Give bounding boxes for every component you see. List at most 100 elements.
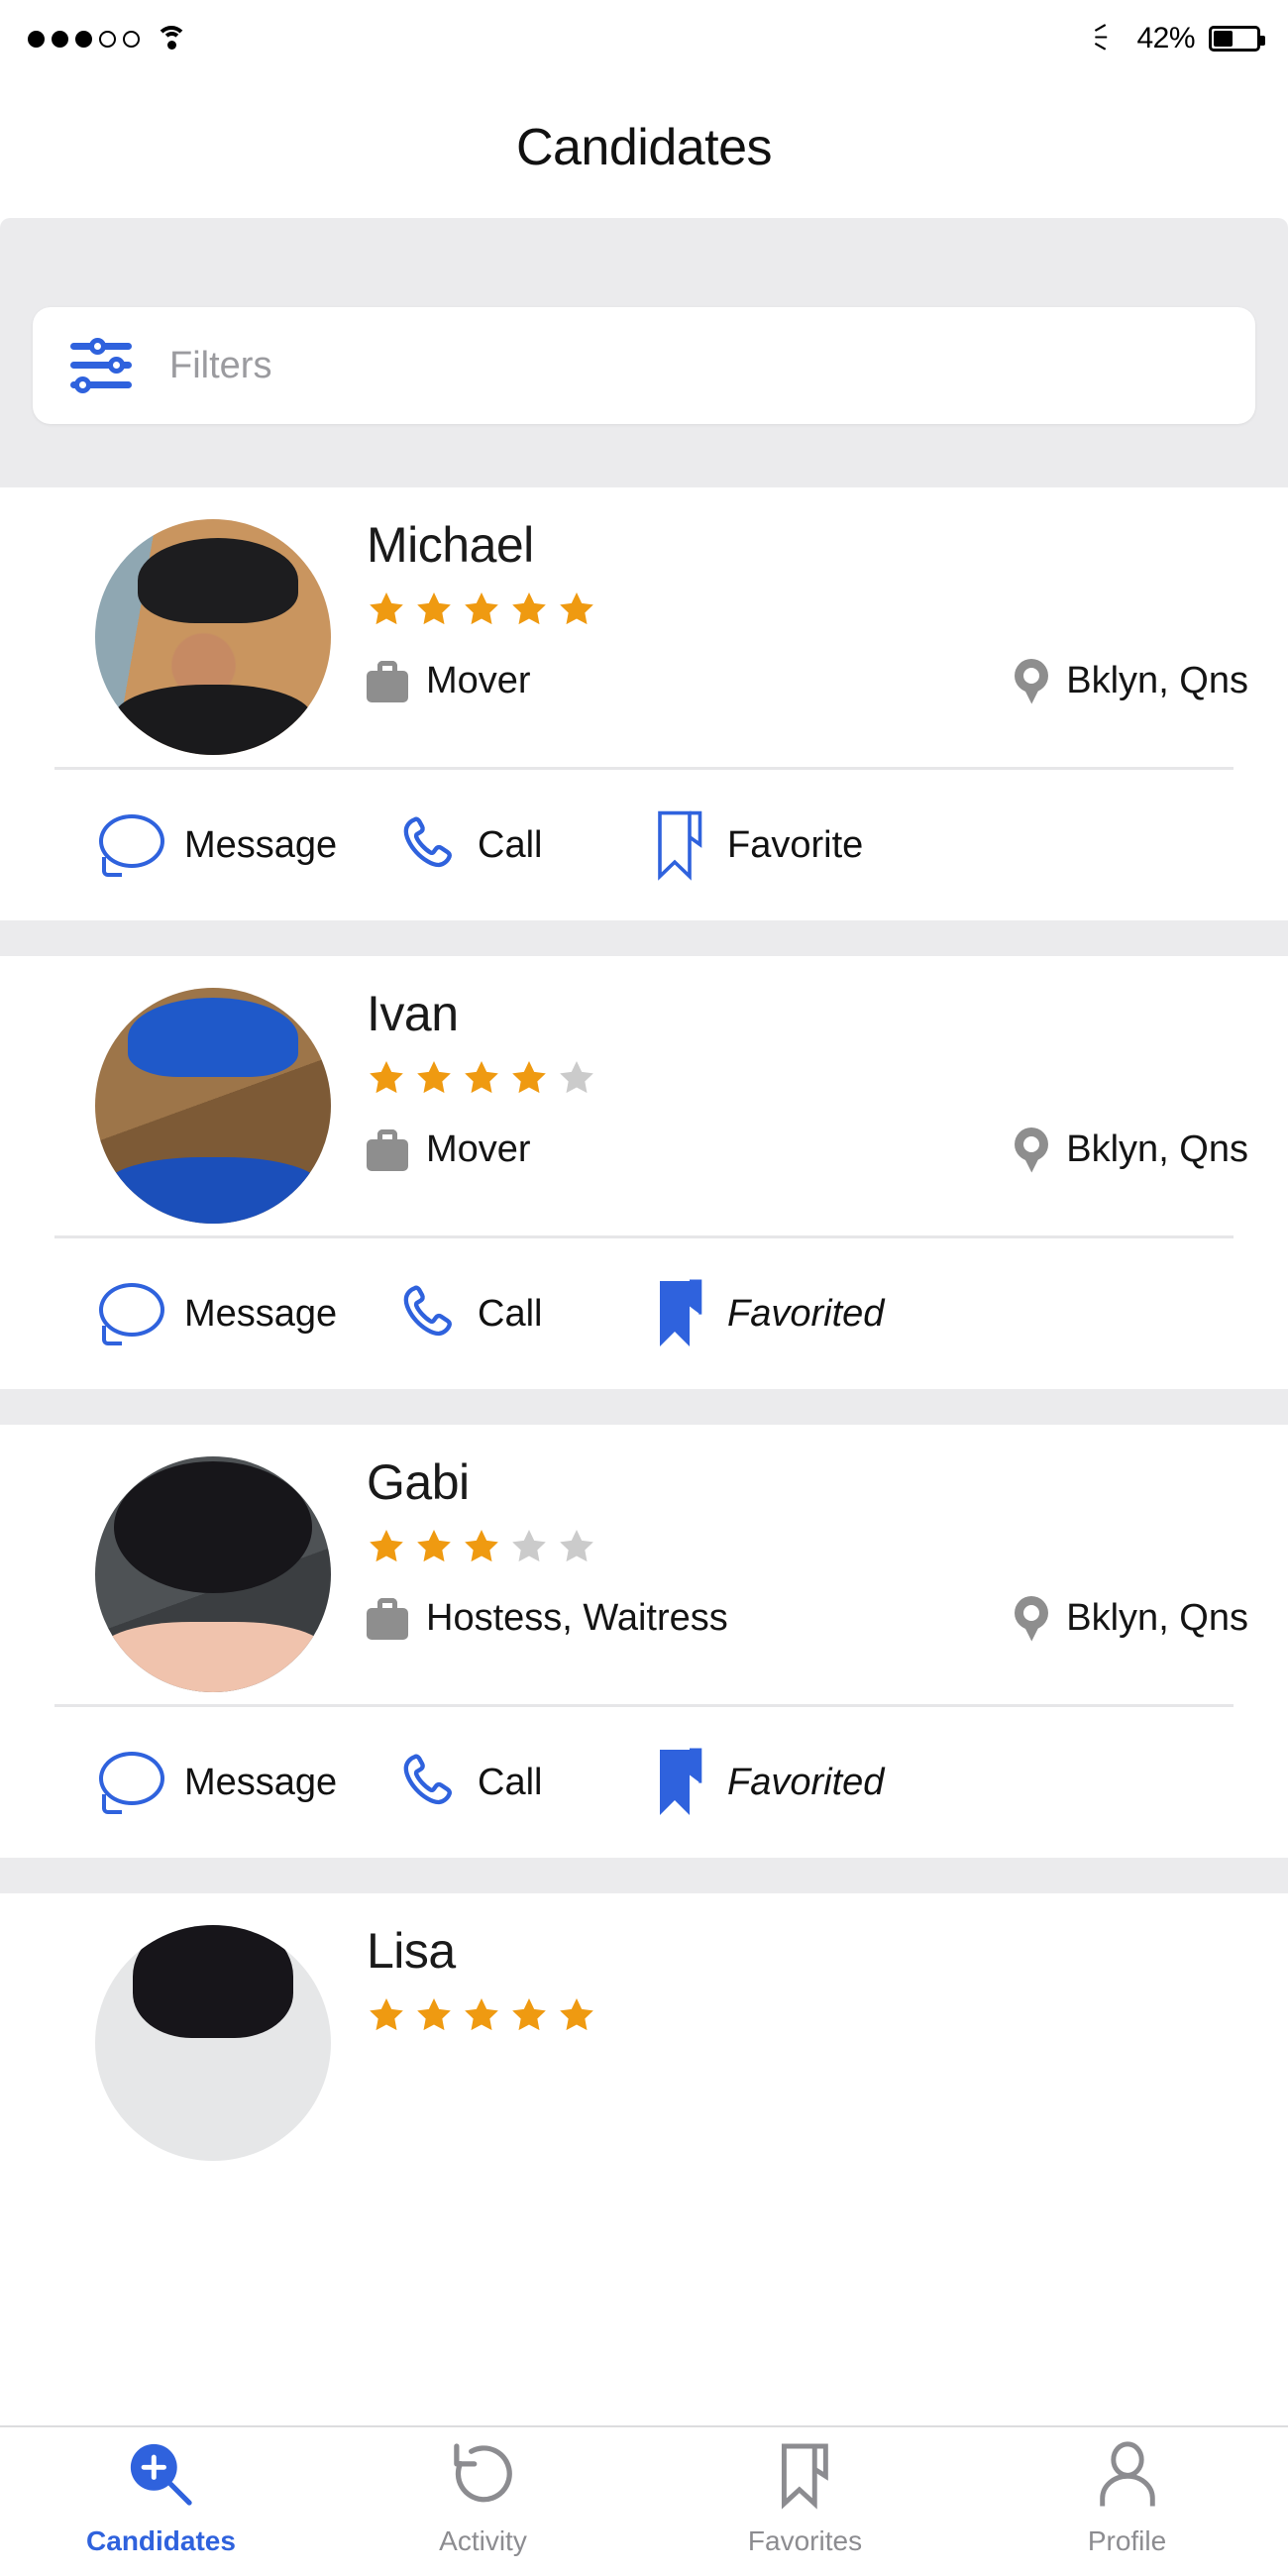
candidate-name: Lisa xyxy=(367,1923,456,1979)
bookmark-filled-icon[interactable] xyxy=(654,1747,707,1818)
location-pin-icon xyxy=(1015,1595,1049,1642)
star-icon xyxy=(512,1529,546,1561)
message-bubble-icon[interactable] xyxy=(99,1283,164,1345)
tab-favorites[interactable]: Favorites xyxy=(644,2427,966,2576)
bookmark-outline-icon[interactable] xyxy=(654,809,707,881)
signal-dot xyxy=(75,30,92,48)
call-button[interactable]: Call xyxy=(396,1282,654,1345)
signal-dot xyxy=(52,30,68,48)
candidate-avatar[interactable] xyxy=(95,1925,331,2161)
filters-search-bar[interactable]: Filters xyxy=(33,307,1255,424)
tab-candidates[interactable]: Candidates xyxy=(0,2427,322,2576)
status-bar: 🗧 42% xyxy=(0,0,1288,77)
candidate-summary[interactable]: Gabi Hostess, Waitress Bklyn, Qns xyxy=(0,1425,1288,1692)
phone-call-icon[interactable] xyxy=(396,1282,458,1345)
bookmark-filled-icon[interactable] xyxy=(654,1278,707,1349)
favorite-button[interactable]: Favorited xyxy=(654,1278,884,1349)
candidate-info: Michael Mover Bklyn, Qns xyxy=(367,519,1288,743)
candidate-job: Mover xyxy=(367,660,531,702)
favorite-button[interactable]: Favorited xyxy=(654,1747,884,1818)
candidate-location-label: Bklyn, Qns xyxy=(1066,1128,1248,1170)
candidate-job: Mover xyxy=(367,1128,531,1171)
candidate-info: Ivan Mover Bklyn, Qns xyxy=(367,988,1288,1212)
star-icon xyxy=(370,1060,403,1093)
filters-input-placeholder[interactable]: Filters xyxy=(169,345,271,387)
message-label: Message xyxy=(184,1761,338,1803)
rating-stars xyxy=(367,1995,1248,2035)
nav-bar: Candidates xyxy=(0,77,1288,218)
card-separator xyxy=(0,1389,1288,1425)
candidate-job: Hostess, Waitress xyxy=(367,1597,728,1640)
candidate-card[interactable]: Lisa xyxy=(0,1893,1288,2161)
candidate-card[interactable]: Michael Mover Bklyn, Qns Message Call Favorit… xyxy=(0,487,1288,920)
battery-cap xyxy=(1260,36,1265,46)
rating-stars xyxy=(367,1527,1248,1566)
star-icon xyxy=(465,1060,498,1093)
star-icon xyxy=(465,591,498,624)
card-separator xyxy=(0,1858,1288,1893)
briefcase-icon xyxy=(367,660,408,702)
rating-stars xyxy=(367,1058,1248,1098)
call-label: Call xyxy=(478,1761,543,1803)
search-plus-icon[interactable] xyxy=(125,2438,198,2512)
card-action-row: Message Call Favorited xyxy=(0,1238,1288,1389)
candidate-name: Gabi xyxy=(367,1454,470,1510)
message-button[interactable]: Message xyxy=(99,1283,396,1345)
candidate-summary[interactable]: Lisa xyxy=(0,1893,1288,2161)
tab-activity[interactable]: Activity xyxy=(322,2427,644,2576)
favorite-label: Favorited xyxy=(727,1292,885,1335)
candidate-location-label: Bklyn, Qns xyxy=(1066,660,1248,701)
call-button[interactable]: Call xyxy=(396,1751,654,1814)
bookmark-icon[interactable] xyxy=(769,2438,842,2512)
location-pin-icon xyxy=(1015,658,1049,704)
candidate-card[interactable]: Gabi Hostess, Waitress Bklyn, Qns Message Ca… xyxy=(0,1425,1288,1858)
candidate-avatar[interactable] xyxy=(95,519,331,755)
star-icon xyxy=(465,1997,498,2030)
star-icon xyxy=(560,1997,593,2030)
star-icon xyxy=(417,1060,451,1093)
tab-profile[interactable]: Profile xyxy=(966,2427,1288,2576)
candidate-meta: Hostess, Waitress Bklyn, Qns xyxy=(367,1595,1248,1642)
battery-fill xyxy=(1214,31,1234,47)
star-icon xyxy=(370,591,403,624)
candidate-avatar[interactable] xyxy=(95,1456,331,1692)
favorite-button[interactable]: Favorite xyxy=(654,809,863,881)
message-button[interactable]: Message xyxy=(99,814,396,877)
page-title: Candidates xyxy=(515,119,773,176)
call-button[interactable]: Call xyxy=(396,813,654,877)
candidate-meta: Mover Bklyn, Qns xyxy=(367,1127,1248,1173)
star-icon xyxy=(560,1529,593,1561)
message-bubble-icon[interactable] xyxy=(99,814,164,877)
star-icon xyxy=(512,1997,546,2030)
message-bubble-icon[interactable] xyxy=(99,1752,164,1814)
star-icon xyxy=(370,1529,403,1561)
message-button[interactable]: Message xyxy=(99,1752,396,1814)
star-icon xyxy=(417,1997,451,2030)
phone-call-icon[interactable] xyxy=(396,813,458,877)
candidate-location: Bklyn, Qns xyxy=(1015,658,1248,704)
star-icon xyxy=(417,1529,451,1561)
tab-label: Activity xyxy=(439,2525,527,2556)
undo-arrow-icon[interactable] xyxy=(447,2438,520,2512)
tab-label: Profile xyxy=(1087,2525,1167,2556)
wifi-icon xyxy=(156,26,187,52)
signal-dot xyxy=(28,30,45,48)
star-icon xyxy=(560,1060,593,1093)
phone-call-icon[interactable] xyxy=(396,1751,458,1814)
star-icon xyxy=(465,1529,498,1561)
message-label: Message xyxy=(184,823,338,866)
card-action-row: Message Call Favorite xyxy=(0,770,1288,920)
call-label: Call xyxy=(478,1292,543,1335)
sliders-filter-icon[interactable] xyxy=(70,337,132,394)
candidate-avatar[interactable] xyxy=(95,988,331,1224)
candidate-summary[interactable]: Michael Mover Bklyn, Qns xyxy=(0,487,1288,755)
candidate-meta: Mover Bklyn, Qns xyxy=(367,658,1248,704)
message-label: Message xyxy=(184,1292,338,1335)
favorite-label: Favorite xyxy=(727,823,864,866)
candidate-info: Lisa xyxy=(367,1925,1288,2149)
person-icon[interactable] xyxy=(1091,2438,1164,2512)
candidate-summary[interactable]: Ivan Mover Bklyn, Qns xyxy=(0,956,1288,1224)
signal-dot xyxy=(123,30,140,48)
candidate-card[interactable]: Ivan Mover Bklyn, Qns Message Call Favorited xyxy=(0,956,1288,1389)
star-icon xyxy=(560,591,593,624)
